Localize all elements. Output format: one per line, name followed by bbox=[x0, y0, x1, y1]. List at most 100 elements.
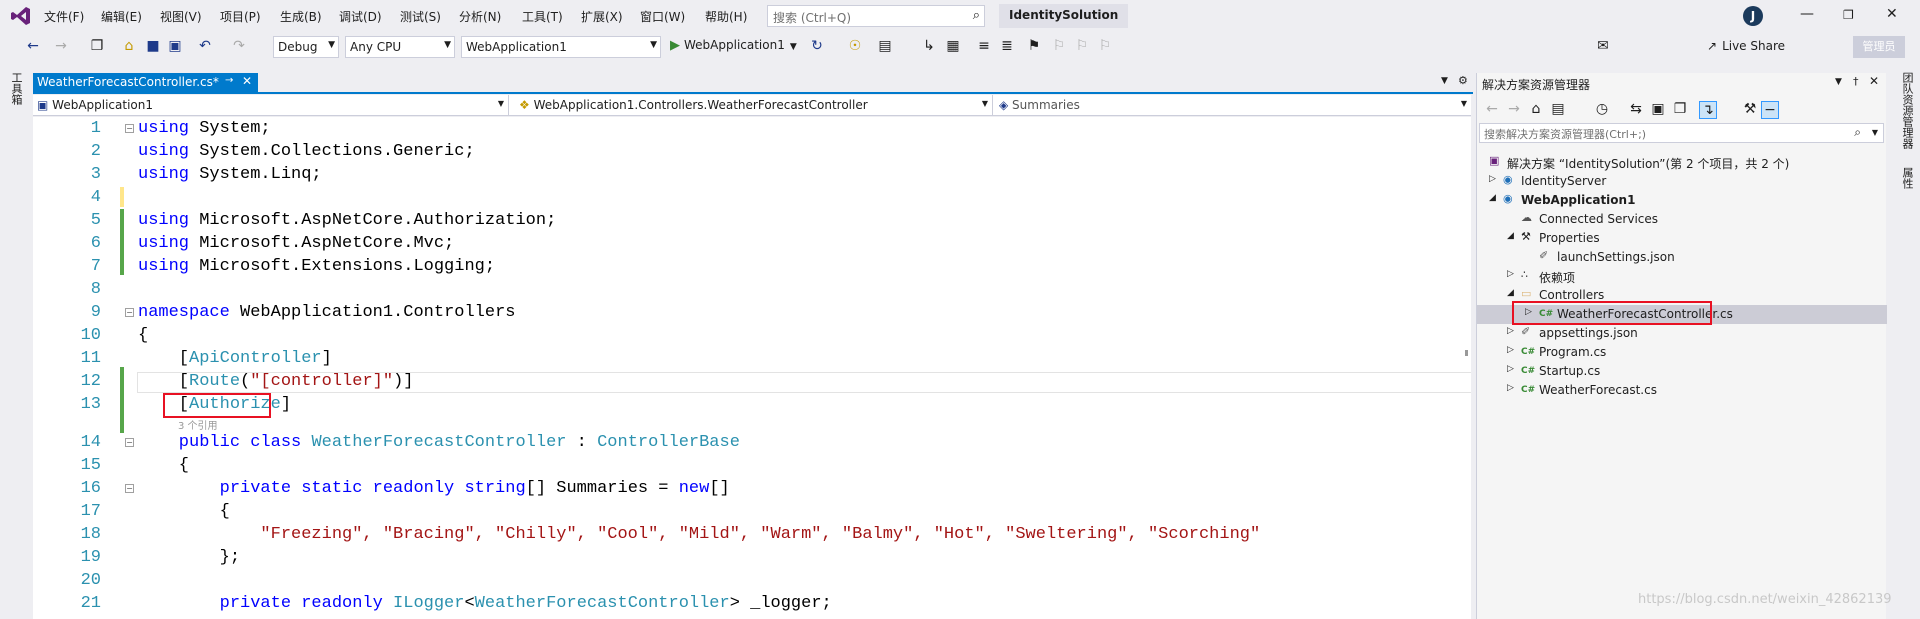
navigate-forward-icon[interactable]: → bbox=[52, 38, 70, 54]
save-icon[interactable]: ■ bbox=[144, 38, 162, 54]
quick-launch-search[interactable]: 搜索 (Ctrl+Q) ⌕ bbox=[767, 5, 985, 27]
fold-toggle-icon[interactable]: − bbox=[125, 308, 134, 317]
close-tab-icon[interactable]: ✕ bbox=[242, 74, 252, 88]
start-debugging-button[interactable]: ▶ WebApplication1 ▼ bbox=[670, 38, 797, 53]
collapse-arrow-icon[interactable]: ◢ bbox=[1489, 193, 1496, 203]
tree-item-startup[interactable]: ▷ C# Startup.cs bbox=[1477, 362, 1887, 381]
save-all-icon[interactable]: ▣ bbox=[166, 38, 184, 54]
toolbox-icon[interactable]: ▤ bbox=[876, 38, 894, 54]
menu-build[interactable]: 生成(B) bbox=[280, 8, 322, 25]
codelens-references[interactable]: 3 个引用 bbox=[178, 417, 218, 432]
feedback-icon[interactable]: ✉ bbox=[1594, 38, 1612, 54]
switch-views-icon[interactable]: ▤ bbox=[1549, 101, 1567, 117]
member-dropdown[interactable]: ◈ Summaries ▼ bbox=[995, 95, 1471, 115]
menu-window[interactable]: 窗口(W) bbox=[640, 8, 685, 25]
project-icon: ◉ bbox=[1503, 192, 1513, 205]
format-icon[interactable]: ≡ bbox=[975, 38, 993, 54]
menu-help[interactable]: 帮助(H) bbox=[705, 8, 747, 25]
forward-icon[interactable]: → bbox=[1505, 101, 1523, 117]
tree-item-dependencies[interactable]: ▷ ∴ 依赖项 bbox=[1477, 267, 1887, 286]
restore-icon[interactable]: ❐ bbox=[1843, 8, 1854, 22]
breakpoint-icon[interactable]: ▦ bbox=[944, 38, 962, 54]
tree-item-webapplication1[interactable]: ◢ ◉ WebApplication1 bbox=[1477, 191, 1887, 210]
browser-link-icon[interactable]: ☉ bbox=[846, 38, 864, 54]
fold-toggle-icon[interactable]: − bbox=[125, 124, 134, 133]
navigate-back-icon[interactable]: ← bbox=[24, 38, 42, 54]
tree-item-solution[interactable]: ▣ 解决方案 “IdentitySolution”(第 2 个项目，共 2 个) bbox=[1477, 153, 1887, 172]
document-tab[interactable]: WeatherForecastController.cs* → ✕ bbox=[33, 73, 258, 92]
prev-bookmark-icon[interactable]: ⚐ bbox=[1050, 38, 1068, 54]
project-dropdown[interactable]: ▣ WebApplication1 ▼ bbox=[33, 95, 509, 115]
settings-icon[interactable]: ⚙ bbox=[1458, 74, 1468, 87]
pin-icon[interactable]: → bbox=[225, 75, 233, 86]
open-file-icon[interactable]: ⌂ bbox=[120, 38, 138, 54]
home-icon[interactable]: ⌂ bbox=[1527, 101, 1545, 117]
startup-project-dropdown[interactable]: WebApplication1 ▼ bbox=[461, 36, 661, 58]
comment-icon[interactable]: ≣ bbox=[998, 38, 1016, 54]
menu-view[interactable]: 视图(V) bbox=[160, 8, 202, 25]
menu-tools[interactable]: 工具(T) bbox=[522, 8, 563, 25]
menu-edit[interactable]: 编辑(E) bbox=[101, 8, 142, 25]
fold-toggle-icon[interactable]: − bbox=[125, 438, 134, 447]
pin-icon[interactable]: † bbox=[1853, 75, 1859, 88]
step-icon[interactable]: ↳ bbox=[920, 38, 938, 54]
tree-item-connected-services[interactable]: ☁ Connected Services bbox=[1477, 210, 1887, 229]
collapse-all-icon[interactable]: ▣ bbox=[1649, 101, 1667, 117]
properties-icon[interactable]: ⚒ bbox=[1741, 101, 1759, 117]
tree-item-appsettings[interactable]: ▷ ✐ appsettings.json bbox=[1477, 324, 1887, 343]
menu-project[interactable]: 项目(P) bbox=[220, 8, 261, 25]
tab-overflow-icon[interactable]: ▼ bbox=[1441, 76, 1448, 86]
splitter-handle[interactable] bbox=[1465, 350, 1468, 356]
refresh-icon[interactable]: ↻ bbox=[808, 38, 826, 54]
menu-analyze[interactable]: 分析(N) bbox=[459, 8, 501, 25]
back-icon[interactable]: ← bbox=[1483, 101, 1501, 117]
sync-icon[interactable]: ⇆ bbox=[1627, 101, 1645, 117]
tree-item-identityserver[interactable]: ▷ ◉ IdentityServer bbox=[1477, 172, 1887, 191]
tree-item-launchsettings[interactable]: ✐ launchSettings.json bbox=[1477, 248, 1887, 267]
toolbox-tab[interactable]: 工具箱 bbox=[8, 72, 24, 105]
expand-arrow-icon[interactable]: ▷ bbox=[1507, 326, 1514, 336]
menu-test[interactable]: 测试(S) bbox=[400, 8, 441, 25]
preview-icon[interactable]: − bbox=[1761, 101, 1779, 119]
solution-explorer-search[interactable]: 搜索解决方案资源管理器(Ctrl+;) ⌕ ▼ bbox=[1479, 123, 1884, 143]
code-editor[interactable]: 1 2 3 4 5 6 7 8 9 10 11 12 13 14 15 16 1… bbox=[33, 117, 1471, 619]
expand-arrow-icon[interactable]: ▷ bbox=[1489, 174, 1496, 184]
live-share-button[interactable]: ↗ Live Share bbox=[1707, 39, 1785, 53]
expand-arrow-icon[interactable]: ▷ bbox=[1507, 269, 1514, 279]
configuration-dropdown[interactable]: Debug ▼ bbox=[273, 36, 339, 58]
next-bookmark-icon[interactable]: ⚐ bbox=[1073, 38, 1091, 54]
chevron-down-icon: ▼ bbox=[497, 99, 504, 108]
team-explorer-tab[interactable]: 团队资源管理器 bbox=[1899, 72, 1915, 149]
fold-toggle-icon[interactable]: − bbox=[125, 484, 134, 493]
redo-icon[interactable]: ↷ bbox=[230, 38, 248, 54]
tree-item-program[interactable]: ▷ C# Program.cs bbox=[1477, 343, 1887, 362]
expand-arrow-icon[interactable]: ▷ bbox=[1507, 364, 1514, 374]
close-panel-icon[interactable]: ✕ bbox=[1869, 74, 1879, 88]
panel-menu-icon[interactable]: ▼ bbox=[1835, 77, 1842, 87]
class-dropdown[interactable]: ❖ WebApplication1.Controllers.WeatherFor… bbox=[515, 95, 993, 115]
minimize-icon[interactable]: — bbox=[1800, 6, 1814, 22]
bookmark-icon[interactable]: ⚑ bbox=[1025, 38, 1043, 54]
menu-extensions[interactable]: 扩展(X) bbox=[581, 8, 623, 25]
platform-dropdown[interactable]: Any CPU ▼ bbox=[345, 36, 455, 58]
close-icon[interactable]: ✕ bbox=[1886, 6, 1898, 22]
new-project-icon[interactable]: ❐ bbox=[88, 38, 106, 54]
visual-studio-logo-icon[interactable] bbox=[10, 5, 32, 30]
properties-tab[interactable]: 属性 bbox=[1899, 167, 1915, 189]
expand-arrow-icon[interactable]: ▷ bbox=[1507, 383, 1514, 393]
clear-bookmarks-icon[interactable]: ⚐ bbox=[1096, 38, 1114, 54]
tree-item-properties[interactable]: ◢ ⚒ Properties bbox=[1477, 229, 1887, 248]
pending-changes-icon[interactable]: ◷ bbox=[1593, 101, 1611, 117]
expand-arrow-icon[interactable]: ▷ bbox=[1507, 345, 1514, 355]
tree-item-weatherforecast[interactable]: ▷ C# WeatherForecast.cs bbox=[1477, 381, 1887, 400]
avatar[interactable]: J bbox=[1743, 6, 1763, 26]
undo-icon[interactable]: ↶ bbox=[196, 38, 214, 54]
track-active-icon[interactable]: ↴ bbox=[1699, 101, 1717, 119]
show-all-files-icon[interactable]: ❐ bbox=[1671, 101, 1689, 117]
menu-file[interactable]: 文件(F) bbox=[44, 8, 84, 25]
line-number: 1 bbox=[90, 119, 101, 138]
collapse-arrow-icon[interactable]: ◢ bbox=[1507, 288, 1514, 298]
menu-debug[interactable]: 调试(D) bbox=[339, 8, 382, 25]
standard-toolbar: ← → ❐ ⌂ ■ ▣ ↶ ↷ Debug ▼ Any CPU ▼ WebApp… bbox=[0, 32, 1920, 62]
collapse-arrow-icon[interactable]: ◢ bbox=[1507, 231, 1514, 241]
